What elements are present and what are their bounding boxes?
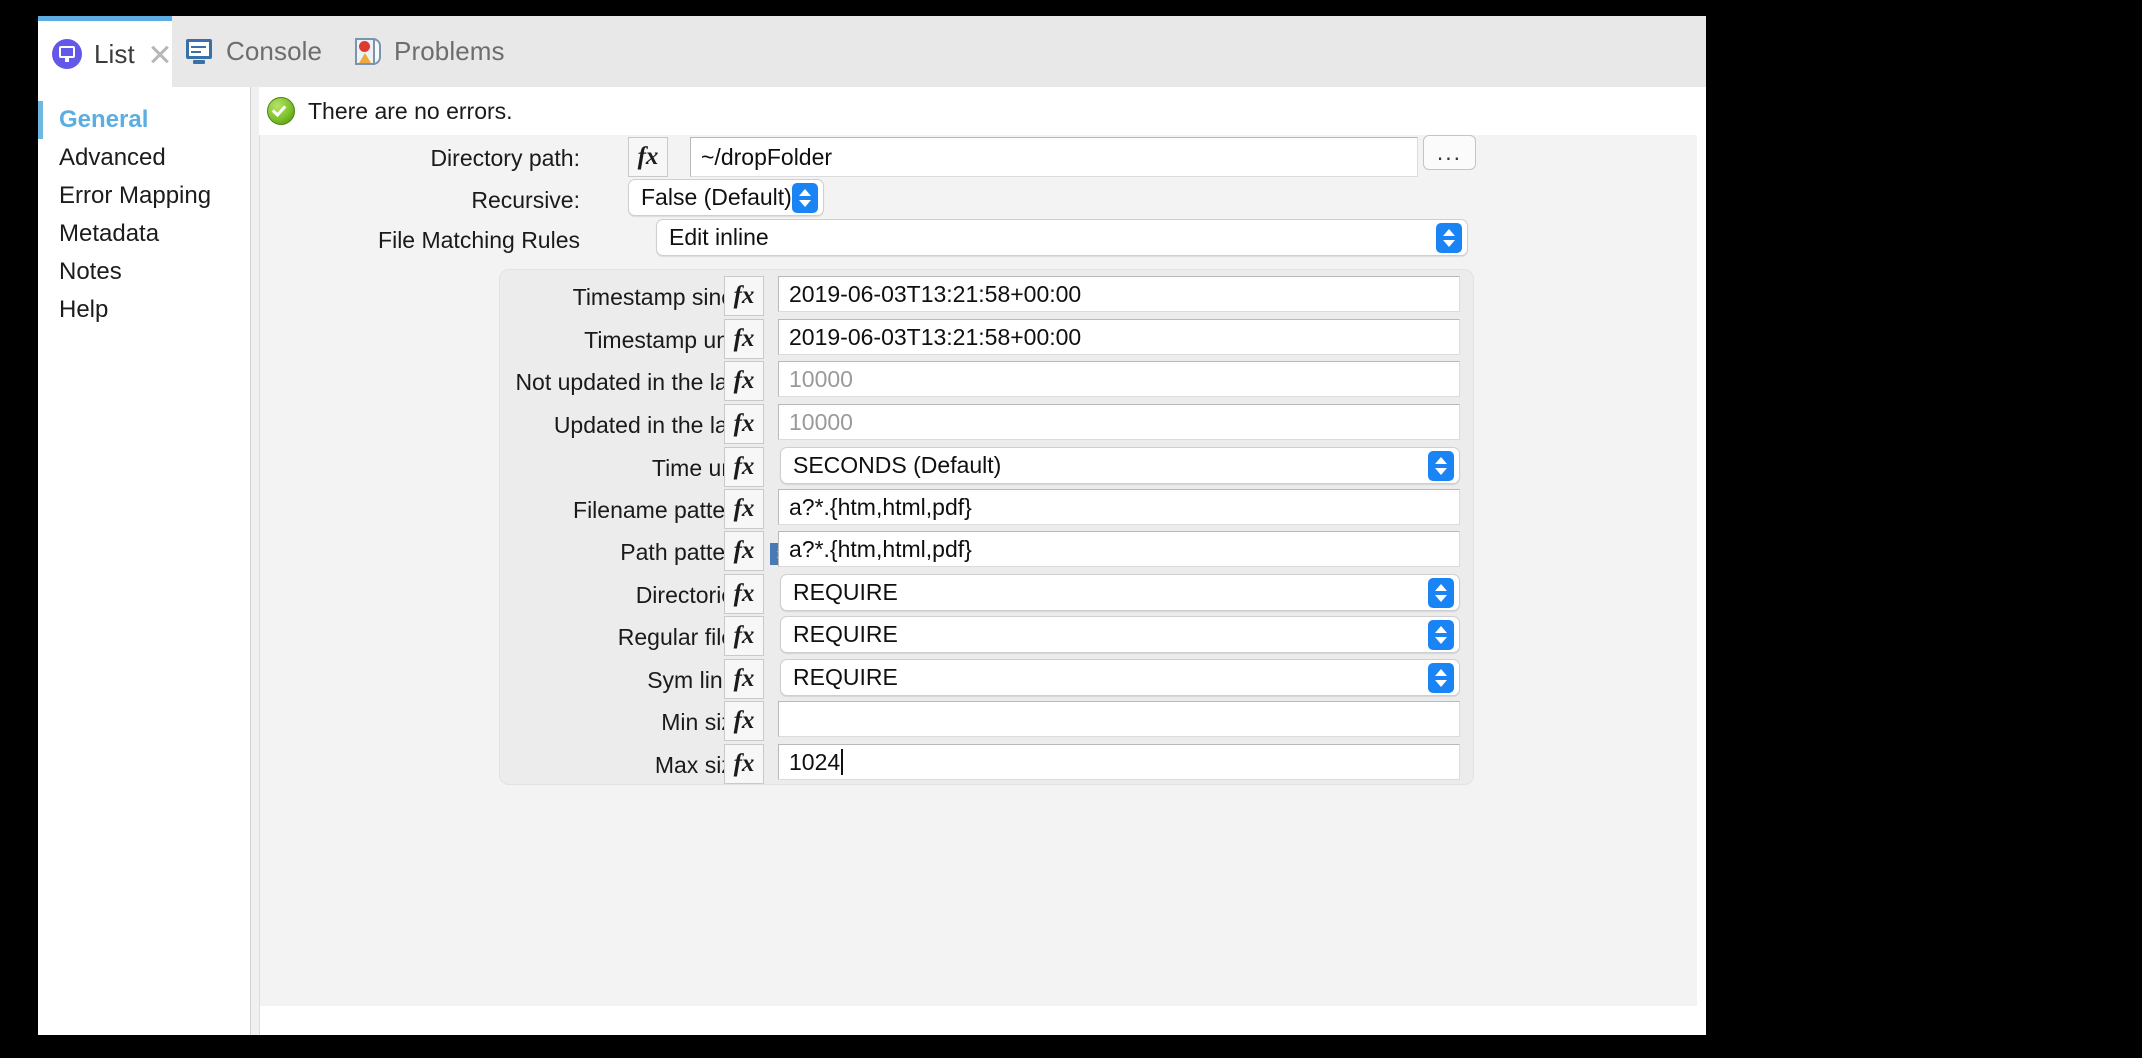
directories-select[interactable]: REQUIRE (780, 574, 1460, 611)
filename-pattern-label: Filename pattern: (573, 497, 752, 523)
tab-problems[interactable]: Problems (340, 16, 525, 87)
selection-indicator (38, 253, 43, 291)
settings-content: There are no errors. Directory path: fx … (251, 87, 1706, 1035)
sym-links-value: REQUIRE (793, 664, 898, 690)
chevron-updown-icon (1436, 222, 1462, 253)
tab-problems-label: Problems (394, 36, 505, 66)
content-scroll-gutter[interactable] (251, 87, 260, 1035)
min-size-label: Min size: (661, 709, 752, 735)
timestamp-until-fx-button[interactable]: fx (724, 319, 764, 359)
application-window: List Console Problems General Advanced E… (38, 16, 1706, 1035)
file-matching-rules-label: File Matching Rules (378, 227, 580, 253)
sidebar-item-general[interactable]: General (38, 101, 250, 139)
sidebar-item-notes[interactable]: Notes (38, 253, 250, 291)
max-size-fx-button[interactable]: fx (724, 744, 764, 784)
selection-indicator (38, 101, 43, 139)
chevron-updown-icon (1428, 662, 1454, 693)
file-matching-rules-select[interactable]: Edit inline (656, 219, 1468, 256)
close-icon[interactable] (149, 43, 158, 65)
not-updated-in-the-last-fx-button[interactable]: fx (724, 361, 764, 401)
sidebar-item-label: Metadata (59, 220, 160, 247)
tab-list-label: List (94, 38, 135, 69)
timestamp-until-input[interactable]: 2019-06-03T13:21:58+00:00 (778, 319, 1460, 355)
timestamp-since-label: Timestamp since: (572, 284, 752, 310)
chevron-updown-icon (792, 182, 818, 213)
general-settings-form: Directory path: fx ~/dropFolder ... Recu… (260, 135, 1697, 1006)
selection-indicator (38, 139, 43, 177)
problems-icon (354, 37, 382, 66)
sym-links-select[interactable]: REQUIRE (780, 659, 1460, 696)
selection-indicator (38, 291, 43, 329)
timestamp-since-fx-button[interactable]: fx (724, 276, 764, 316)
timestamp-until-label: Timestamp until: (584, 327, 752, 353)
max-size-value: 1024 (789, 748, 841, 775)
directories-fx-button[interactable]: fx (724, 574, 764, 614)
updated-in-the-last-fx-button[interactable]: fx (724, 404, 764, 444)
selection-indicator (38, 177, 43, 215)
path-pattern-input[interactable]: a?*.{htm,html,pdf} (778, 531, 1460, 567)
list-icon (52, 39, 82, 69)
recursive-value: False (Default) (641, 184, 792, 210)
sidebar-item-label: General (59, 106, 149, 133)
directory-path-label: Directory path: (430, 145, 580, 171)
time-unit-fx-button[interactable]: fx (724, 447, 764, 487)
updated-in-the-last-label: Updated in the last: (553, 412, 752, 438)
sidebar-item-error-mapping[interactable]: Error Mapping (38, 177, 250, 215)
file-matching-rules-panel: Timestamp since: fx 2019-06-03T13:21:58+… (499, 269, 1474, 785)
tab-console-label: Console (226, 36, 323, 66)
chevron-updown-icon (1428, 450, 1454, 481)
filename-pattern-input[interactable]: a?*.{htm,html,pdf} (778, 489, 1460, 525)
not-updated-in-the-last-label: Not updated in the last: (515, 369, 752, 395)
success-check-icon (267, 97, 295, 125)
directory-path-input[interactable]: ~/dropFolder (690, 137, 1418, 177)
sidebar-item-label: Advanced (59, 144, 166, 171)
file-matching-rules-value: Edit inline (669, 224, 769, 250)
sidebar-item-metadata[interactable]: Metadata (38, 215, 250, 253)
tab-bar: List Console Problems (38, 16, 1706, 88)
max-size-input[interactable]: 1024 (778, 744, 1460, 780)
recursive-select[interactable]: False (Default) (628, 179, 824, 216)
updated-in-the-last-input[interactable]: 10000 (778, 404, 1460, 440)
filename-pattern-fx-button[interactable]: fx (724, 489, 764, 529)
regular-files-select[interactable]: REQUIRE (780, 616, 1460, 653)
not-updated-in-the-last-input[interactable]: 10000 (778, 361, 1460, 397)
max-size-label: Max size: (654, 752, 752, 778)
chevron-updown-icon (1428, 577, 1454, 608)
path-pattern-fx-button[interactable]: fx (724, 531, 764, 571)
sym-links-label: Sym links: (647, 667, 752, 693)
sidebar-item-label: Notes (59, 258, 122, 285)
sidebar-item-advanced[interactable]: Advanced (38, 139, 250, 177)
sidebar-item-label: Error Mapping (59, 182, 212, 209)
time-unit-select[interactable]: SECONDS (Default) (780, 447, 1460, 484)
path-pattern-label: Path pattern: (620, 539, 752, 565)
recursive-label: Recursive: (471, 187, 580, 213)
status-bar: There are no errors. (259, 87, 1706, 135)
regular-files-fx-button[interactable]: fx (724, 616, 764, 656)
directory-path-browse-button[interactable]: ... (1423, 135, 1476, 170)
sidebar-item-label: Help (59, 296, 109, 323)
sidebar-item-help[interactable]: Help (38, 291, 250, 329)
timestamp-since-input[interactable]: 2019-06-03T13:21:58+00:00 (778, 276, 1460, 312)
directories-value: REQUIRE (793, 579, 898, 605)
regular-files-value: REQUIRE (793, 621, 898, 647)
tab-list[interactable]: List (38, 16, 172, 87)
text-caret (841, 749, 844, 775)
selection-indicator (38, 215, 43, 253)
time-unit-value: SECONDS (Default) (793, 452, 1002, 478)
min-size-fx-button[interactable]: fx (724, 701, 764, 741)
window-body: General Advanced Error Mapping Metadata … (38, 87, 1706, 1035)
settings-sidebar: General Advanced Error Mapping Metadata … (38, 87, 251, 1035)
console-icon (186, 38, 214, 65)
directory-path-fx-button[interactable]: fx (628, 137, 668, 177)
chevron-updown-icon (1428, 619, 1454, 650)
status-message: There are no errors. (308, 97, 513, 124)
directories-label: Directories: (635, 582, 752, 608)
time-unit-label: Time unit: (651, 455, 752, 481)
min-size-input[interactable] (778, 701, 1460, 737)
sym-links-fx-button[interactable]: fx (724, 659, 764, 699)
regular-files-label: Regular files: (617, 624, 752, 650)
tab-console[interactable]: Console (172, 16, 340, 87)
